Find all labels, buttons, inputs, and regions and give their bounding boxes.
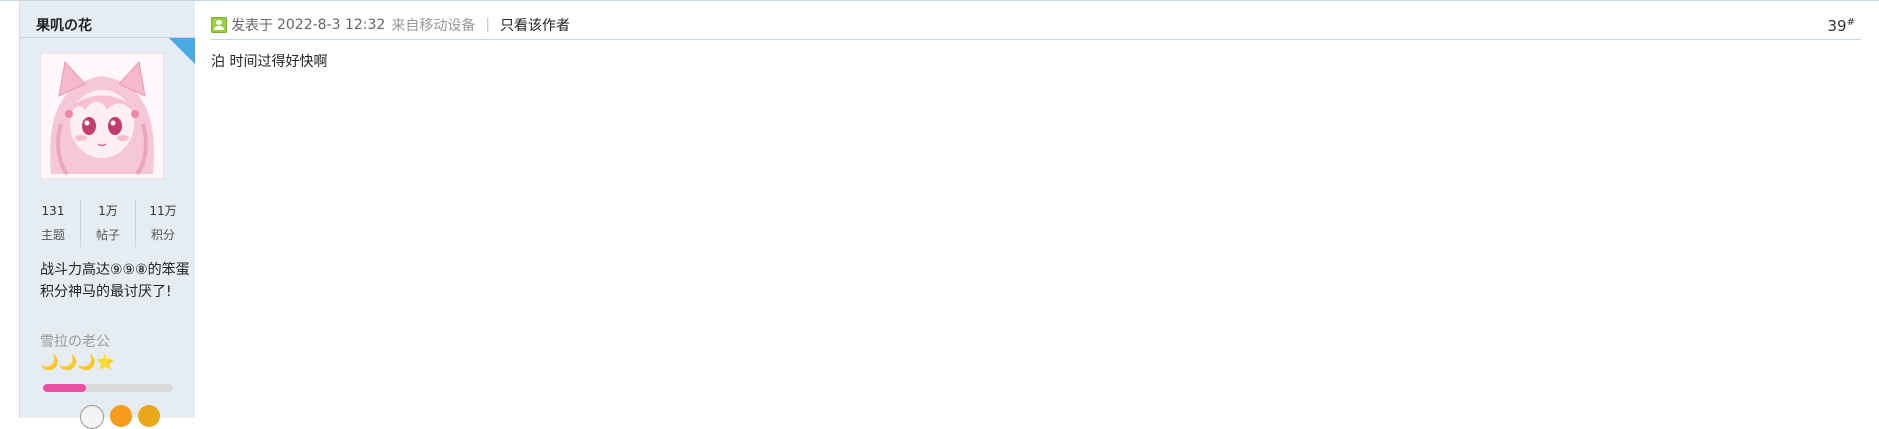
- level-progress-fill: [43, 384, 86, 392]
- medal-icon[interactable]: [80, 405, 104, 429]
- stat-threads-label: 主题: [40, 228, 65, 242]
- author-sidebar: 果叽の花 131 主题 1万 帖子 11万 积分 战斗力高达⑨⑨⑧的笨蛋积分神马…: [20, 1, 195, 429]
- post-time-prefix: 发表于: [231, 18, 273, 34]
- stat-threads-value: 131: [41, 204, 65, 218]
- post-meta: 发表于 2022-8-3 12:32 来自移动设备 | 只看该作者: [211, 15, 570, 35]
- post-body: 泊 时间过得好快啊: [211, 54, 328, 70]
- stat-posts-value: 1万: [98, 204, 118, 218]
- meta-separator: |: [485, 17, 491, 33]
- badge-corner-icon: [169, 38, 195, 64]
- post-device: 来自移动设备: [391, 18, 476, 34]
- medal-row: [80, 405, 160, 429]
- medal-icon[interactable]: [138, 405, 160, 427]
- only-author-link[interactable]: 只看该作者: [500, 15, 570, 35]
- user-group-title: 雪拉の老公: [40, 334, 110, 350]
- level-progress-bar: [43, 384, 173, 392]
- floor-number[interactable]: 39#: [1828, 17, 1855, 35]
- author-signature: 战斗力高达⑨⑨⑧的笨蛋积分神马的最讨厌了!: [40, 262, 190, 300]
- avatar[interactable]: [40, 53, 164, 179]
- rank-moon-star-icon: 🌙🌙🌙⭐: [40, 353, 115, 371]
- author-stats: 131 主题 1万 帖子 11万 积分: [26, 199, 190, 247]
- online-user-icon: [211, 17, 227, 33]
- stat-points-label: 积分: [150, 228, 175, 242]
- medal-icon[interactable]: [110, 405, 132, 427]
- stat-threads[interactable]: 131 主题: [26, 199, 80, 247]
- floor-number-value: 39: [1827, 17, 1847, 35]
- stat-points[interactable]: 11万 积分: [135, 199, 190, 247]
- stat-points-value: 11万: [149, 204, 177, 218]
- stat-posts[interactable]: 1万 帖子: [80, 199, 135, 247]
- stat-posts-label: 帖子: [95, 228, 120, 242]
- author-username[interactable]: 果叽の花: [36, 15, 92, 35]
- post-time: 2022-8-3 12:32: [277, 17, 386, 33]
- post-content-area: 发表于 2022-8-3 12:32 来自移动设备 | 只看该作者 39# 泊 …: [195, 1, 1879, 418]
- post-divider: [211, 39, 1861, 40]
- anime-avatar-icon: [41, 54, 163, 178]
- floor-number-suffix: #: [1846, 17, 1855, 28]
